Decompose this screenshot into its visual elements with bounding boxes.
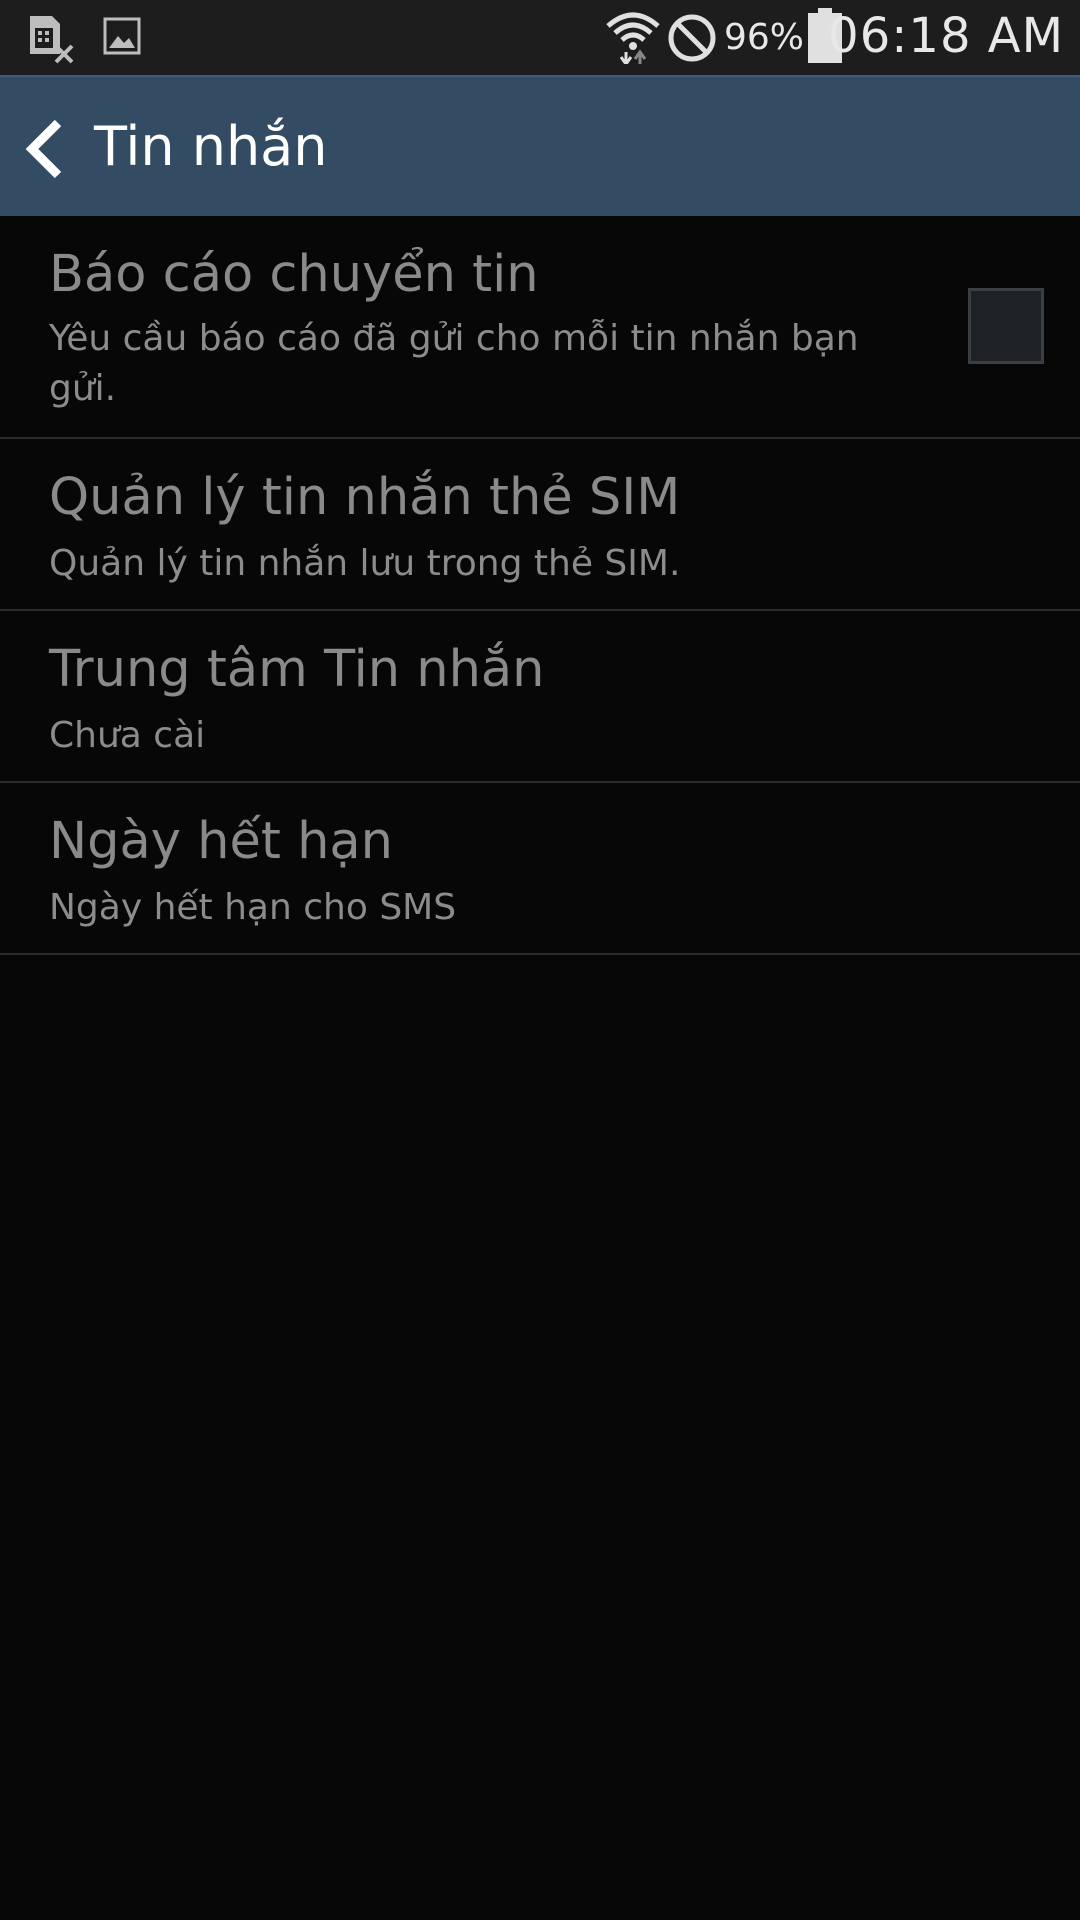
setting-manage-sim-messages[interactable]: Quản lý tin nhắn thẻ SIM Quản lý tin nhắ… [0, 439, 1080, 611]
setting-title: Trung tâm Tin nhắn [49, 640, 545, 699]
setting-subtitle: Chưa cài [49, 715, 206, 756]
wifi-data-icon [606, 12, 660, 64]
setting-subtitle: Quản lý tin nhắn lưu trong thẻ SIM. [49, 543, 681, 584]
setting-title: Quản lý tin nhắn thẻ SIM [49, 468, 681, 527]
setting-delivery-report[interactable]: Báo cáo chuyển tin Yêu cầu báo cáo đã gử… [0, 216, 1080, 439]
no-sign-icon [668, 14, 716, 62]
battery-percent: 96% [724, 17, 805, 58]
sim-card-error-icon [30, 16, 74, 64]
setting-message-center[interactable]: Trung tâm Tin nhắn Chưa cài [0, 611, 1080, 783]
chevron-left-icon[interactable] [18, 113, 82, 185]
status-bar: 96% 06:18 AM [0, 0, 1080, 75]
settings-list: Báo cáo chuyển tin Yêu cầu báo cáo đã gử… [0, 216, 1080, 955]
setting-subtitle: Yêu cầu báo cáo đã gửi cho mỗi tin nhắn … [49, 318, 859, 409]
setting-subtitle: Ngày hết hạn cho SMS [49, 887, 457, 928]
page-title: Tin nhắn [94, 115, 328, 178]
delivery-report-checkbox[interactable] [968, 288, 1044, 364]
status-time: 06:18 AM [828, 8, 1064, 64]
setting-title: Ngày hết hạn [49, 812, 393, 871]
action-bar: Tin nhắn [0, 75, 1080, 216]
gallery-icon [103, 17, 141, 55]
setting-title: Báo cáo chuyển tin [49, 245, 539, 304]
setting-expiry-date[interactable]: Ngày hết hạn Ngày hết hạn cho SMS [0, 783, 1080, 955]
